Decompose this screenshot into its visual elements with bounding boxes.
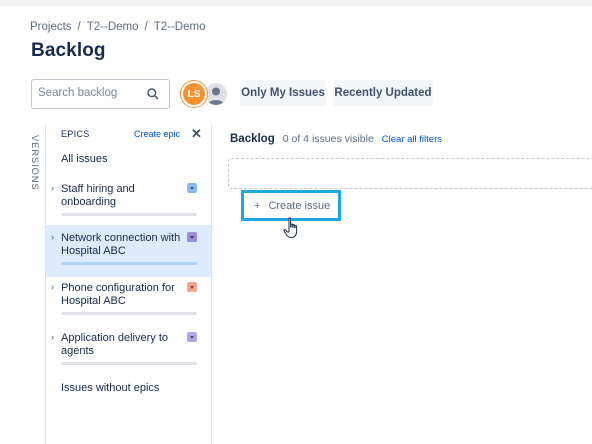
epic-color-dropdown[interactable] — [187, 232, 197, 242]
close-icon[interactable]: ✕ — [191, 126, 202, 142]
epic-title: Application delivery to agents — [61, 332, 169, 357]
chevron-right-icon[interactable]: › — [51, 282, 54, 292]
search-box[interactable] — [31, 79, 170, 109]
epic-progress-bar — [61, 213, 197, 216]
epic-item-network-connection[interactable]: › Network connection with Hospital ABC — [46, 225, 211, 277]
user-icon — [205, 83, 227, 105]
epic-color-dropdown[interactable] — [187, 282, 197, 292]
epic-title: Phone configuration for Hospital ABC — [61, 282, 175, 307]
breadcrumb-project[interactable]: T2--Demo — [87, 21, 139, 33]
backlog-heading: Backlog — [230, 133, 275, 145]
breadcrumb: Projects / T2--Demo / T2--Demo — [30, 21, 205, 33]
breadcrumb-separator: / — [144, 21, 148, 33]
create-epic-link[interactable]: Create epic — [134, 129, 180, 139]
epic-progress-bar — [61, 362, 197, 365]
hand-pointer-icon — [283, 217, 298, 238]
clear-filters-link[interactable]: Clear all filters — [382, 134, 442, 145]
epic-title: Network connection with Hospital ABC — [61, 232, 181, 257]
epic-progress-bar — [61, 312, 197, 315]
epic-color-dropdown[interactable] — [187, 332, 197, 342]
breadcrumb-projects[interactable]: Projects — [30, 21, 72, 33]
search-input[interactable] — [38, 87, 146, 99]
breadcrumb-separator: / — [77, 21, 81, 33]
create-issue-label: Create issue — [268, 199, 331, 212]
avatar-ls[interactable]: LS — [181, 81, 207, 107]
top-bar — [0, 0, 592, 6]
search-icon[interactable] — [146, 87, 160, 101]
issue-count: 0 of 4 issues visible — [282, 133, 374, 145]
chevron-right-icon[interactable]: › — [51, 332, 54, 342]
all-issues-item[interactable]: All issues — [61, 153, 107, 165]
recently-updated-button[interactable]: Recently Updated — [333, 80, 433, 106]
epics-panel: EPICS Create epic ✕ All issues › Staff h… — [46, 125, 212, 444]
backlog-drop-zone — [228, 158, 592, 189]
epics-label: EPICS — [61, 129, 90, 139]
epic-progress-bar — [61, 262, 197, 265]
only-my-issues-button[interactable]: Only My Issues — [240, 80, 326, 106]
issues-without-epics-item[interactable]: Issues without epics — [61, 382, 159, 394]
breadcrumb-board[interactable]: T2--Demo — [154, 21, 206, 33]
plus-icon: + — [254, 199, 261, 212]
epic-item-application-delivery[interactable]: › Application delivery to agents — [46, 325, 211, 377]
page-title: Backlog — [31, 40, 106, 61]
epic-item-staff-hiring[interactable]: › Staff hiring and onboarding — [46, 176, 211, 228]
chevron-right-icon[interactable]: › — [51, 232, 54, 242]
epic-title: Staff hiring and onboarding — [61, 183, 135, 208]
backlog-header: Backlog 0 of 4 issues visible Clear all … — [230, 133, 442, 145]
epic-color-dropdown[interactable] — [187, 183, 197, 193]
epic-item-phone-configuration[interactable]: › Phone configuration for Hospital ABC — [46, 275, 211, 327]
versions-tab[interactable]: VERSIONS — [26, 125, 46, 444]
versions-label: VERSIONS — [29, 135, 40, 191]
chevron-right-icon[interactable]: › — [51, 183, 54, 193]
